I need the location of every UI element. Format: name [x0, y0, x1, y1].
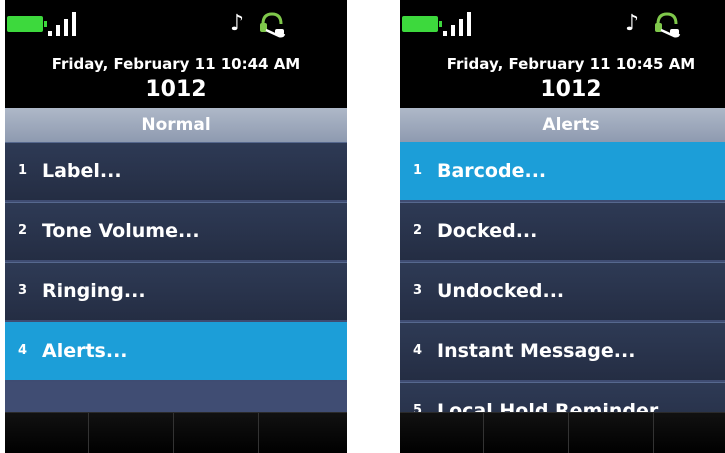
menu-list: 1 Barcode... 2 Docked... 3 Undocked... 4…: [400, 142, 725, 440]
menu-item-label-text: Ringing...: [42, 280, 146, 302]
signal-strength-icon: [48, 12, 78, 36]
menu-item-alerts[interactable]: 4 Alerts...: [5, 322, 347, 380]
menu-list: 1 Label... 2 Tone Volume... 3 Ringing...…: [5, 142, 347, 412]
menu-item-undocked[interactable]: 3 Undocked...: [400, 262, 725, 320]
headset-icon: [260, 12, 286, 38]
menu-item-tone-volume[interactable]: 2 Tone Volume...: [5, 202, 347, 260]
screen-title: Alerts: [400, 108, 725, 142]
menu-item-label-text: Tone Volume...: [42, 220, 200, 242]
softkey-1[interactable]: [5, 413, 89, 453]
menu-item-label-text: Alerts...: [42, 340, 128, 362]
menu-item-label-text: Instant Message...: [437, 340, 636, 362]
softkey-bar: [5, 412, 347, 453]
phone-screen-normal: ♪ Friday, February 11 10:44 AM 1012 Norm…: [5, 0, 347, 453]
menu-item-ringing[interactable]: 3 Ringing...: [5, 262, 347, 320]
menu-item-number: 3: [413, 283, 423, 298]
signal-strength-icon: [443, 12, 473, 36]
menu-item-number: 4: [18, 343, 28, 358]
date-time: Friday, February 11 10:44 AM: [51, 55, 301, 73]
phone-screen-alerts: ♪ Friday, February 11 10:45 AM 1012 Aler…: [400, 0, 725, 453]
softkey-4[interactable]: [655, 413, 725, 453]
menu-item-number: 4: [413, 343, 423, 358]
battery-icon: [402, 16, 442, 32]
music-note-icon: ♪: [624, 11, 640, 36]
extension-number: 1012: [145, 77, 207, 102]
softkey-4[interactable]: [260, 413, 347, 453]
menu-item-barcode[interactable]: 1 Barcode...: [400, 142, 725, 200]
menu-item-instant-message[interactable]: 4 Instant Message...: [400, 322, 725, 380]
softkey-2[interactable]: [485, 413, 569, 453]
menu-item-label-text: Undocked...: [437, 280, 565, 302]
extension-number: 1012: [540, 77, 602, 102]
screen-title: Normal: [5, 108, 347, 142]
menu-empty-area: [5, 382, 347, 412]
softkey-3[interactable]: [570, 413, 654, 453]
menu-item-number: 1: [413, 163, 423, 178]
menu-item-number: 1: [18, 163, 28, 178]
date-time: Friday, February 11 10:45 AM: [446, 55, 696, 73]
screenshot-canvas: ♪ Friday, February 11 10:44 AM 1012 Norm…: [0, 0, 725, 453]
status-bar: ♪: [400, 0, 725, 52]
menu-item-label-text: Docked...: [437, 220, 538, 242]
status-bar: ♪: [5, 0, 347, 52]
battery-icon: [7, 16, 47, 32]
menu-item-number: 3: [18, 283, 28, 298]
menu-item-number: 2: [18, 223, 28, 238]
softkey-3[interactable]: [175, 413, 259, 453]
softkey-2[interactable]: [90, 413, 174, 453]
menu-item-number: 2: [413, 223, 423, 238]
menu-item-docked[interactable]: 2 Docked...: [400, 202, 725, 260]
softkey-1[interactable]: [400, 413, 484, 453]
menu-item-label[interactable]: 1 Label...: [5, 142, 347, 200]
music-note-icon: ♪: [229, 11, 245, 36]
softkey-bar: [400, 412, 725, 453]
menu-item-label-text: Label...: [42, 160, 122, 182]
menu-item-label-text: Barcode...: [437, 160, 547, 182]
headset-icon: [655, 12, 681, 38]
